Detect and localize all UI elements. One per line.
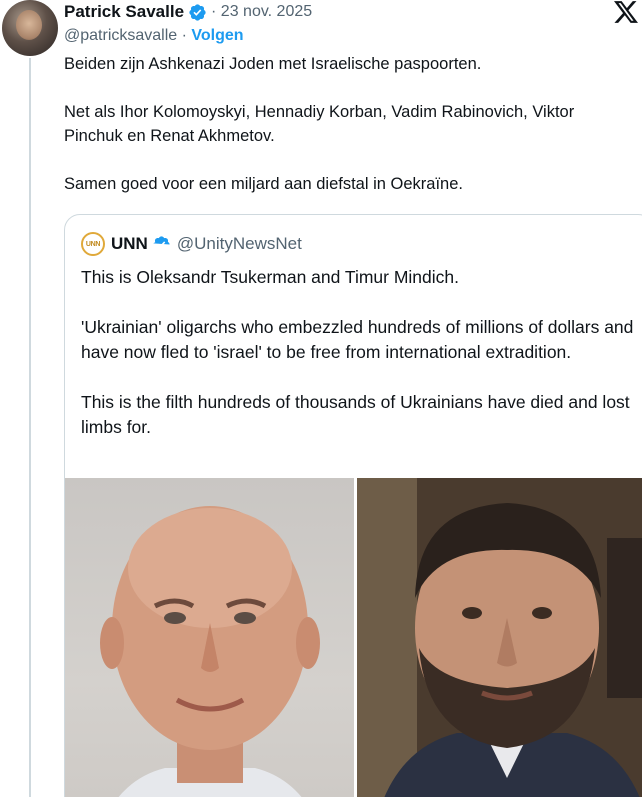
x-logo-icon[interactable] xyxy=(612,0,640,24)
quoted-paragraph: This is Oleksandr Tsukerman and Timur Mi… xyxy=(81,267,460,287)
quoted-paragraph: 'Ukrainian' oligarchs who embezzled hund… xyxy=(81,317,634,362)
author-handle[interactable]: @patricksavalle xyxy=(64,27,177,44)
follow-button[interactable]: Volgen xyxy=(191,27,243,44)
verified-badge-icon xyxy=(189,3,206,21)
unn-avatar[interactable]: UNN xyxy=(81,232,105,256)
tweet-paragraph: Net als Ihor Kolomoyskyi, Hennadiy Korba… xyxy=(64,103,575,145)
quoted-photo-right[interactable] xyxy=(357,478,642,797)
author-avatar[interactable] xyxy=(2,0,58,56)
handle-separator: · xyxy=(177,27,192,44)
quoted-tweet-header: UNN UNN @UnityNewsNet xyxy=(81,232,302,256)
quoted-author-handle[interactable]: @UnityNewsNet xyxy=(177,234,302,254)
quoted-photo-left[interactable] xyxy=(65,478,354,797)
thread-line xyxy=(29,58,31,797)
tweet-paragraph: Samen goed voor een miljard aan diefstal… xyxy=(64,175,463,193)
quoted-paragraph: This is the filth hundreds of thousands … xyxy=(81,392,630,437)
unn-logo-text: UNN xyxy=(85,240,101,248)
quoted-author-name[interactable]: UNN xyxy=(111,234,148,254)
verified-badge-icon xyxy=(153,235,170,248)
quoted-tweet-card[interactable]: UNN UNN @UnityNewsNet This is Oleksandr … xyxy=(64,214,642,797)
tweet-paragraph: Beiden zijn Ashkenazi Joden met Israelis… xyxy=(64,55,482,73)
handle-row: @patricksavalle · Volgen xyxy=(64,27,244,45)
tweet-header: Patrick Savalle · 23 nov. 2025 xyxy=(64,0,312,24)
quoted-tweet-text: This is Oleksandr Tsukerman and Timur Mi… xyxy=(81,265,641,465)
tweet-text: Beiden zijn Ashkenazi Joden met Israelis… xyxy=(64,52,636,220)
tweet-date[interactable]: · 23 nov. 2025 xyxy=(211,3,312,21)
author-name[interactable]: Patrick Savalle xyxy=(64,2,184,22)
